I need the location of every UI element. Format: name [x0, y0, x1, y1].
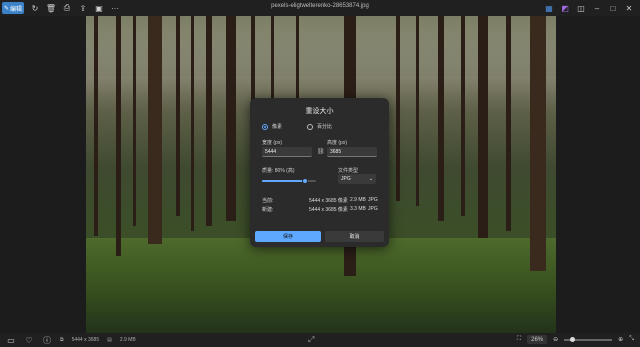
current-dims: 5444 x 3685 像素 — [309, 198, 348, 204]
dialog-title: 重设大小 — [305, 108, 334, 115]
tree-trunk — [206, 16, 212, 226]
tree-trunk — [506, 16, 511, 231]
radio-pixels-label: 像素 — [272, 124, 283, 130]
minimize-icon[interactable]: – — [592, 2, 602, 14]
radio-pixels[interactable]: 像素 — [262, 123, 282, 130]
app-icon-2[interactable]: ◩ — [560, 2, 570, 14]
zoom-controls: ⛶ 26% ⊖ ⊕ ⤡ — [517, 335, 634, 344]
info-icon[interactable]: ⓘ — [42, 335, 52, 345]
zoom-level[interactable]: 26% — [527, 335, 548, 344]
quality-slider-thumb[interactable] — [302, 178, 309, 184]
tree-trunk — [461, 16, 465, 216]
chevron-down-icon: ⌄ — [368, 176, 373, 182]
disk-icon: ▤ — [107, 337, 112, 343]
new-label: 新建: — [262, 207, 274, 213]
width-label: 宽度 (px) — [262, 140, 283, 146]
quality-slider-fill — [262, 180, 306, 182]
tree-trunk — [176, 16, 180, 216]
tree-trunk — [148, 16, 162, 244]
image-size-icon: ⧉ — [60, 337, 64, 343]
image-dimensions: 5444 x 3685 — [71, 337, 100, 343]
fullscreen-icon[interactable]: ⛶ — [517, 336, 521, 343]
radio-unselected-icon — [307, 123, 313, 130]
zoom-slider-thumb[interactable] — [570, 336, 576, 342]
radio-selected-icon — [262, 123, 268, 130]
close-icon[interactable]: ✕ — [624, 2, 634, 14]
tree-trunk — [416, 16, 419, 206]
tree-trunk — [478, 16, 488, 238]
new-dims: 5444 x 3685 像素 — [309, 207, 348, 213]
aspect-lock-icon[interactable]: ⛓ — [317, 148, 325, 155]
window-controls: ▦ ◩ ◫ – □ ✕ — [544, 2, 634, 14]
width-input[interactable]: 5444 — [262, 147, 312, 157]
cancel-button[interactable]: 取消 — [325, 231, 384, 242]
radio-percent-label: 百分比 — [317, 124, 333, 130]
new-info-row: 新建: 5444 x 3685 像素 3.3 MB JPG — [262, 206, 378, 213]
app-icon-3[interactable]: ◫ — [576, 2, 586, 14]
top-toolbar: ✎ 编辑 ↻ 🗑 ⎙ ⇪ ▣ ··· pexels-eligtwelterenk… — [0, 0, 640, 16]
tree-trunk — [94, 16, 98, 236]
current-size: 2.9 MB — [350, 197, 366, 203]
new-type: JPG — [368, 206, 378, 212]
filetype-label: 文件类型 — [338, 168, 359, 174]
tree-trunk — [530, 16, 546, 271]
image-filesize: 2.9 MB — [119, 337, 136, 343]
fit-to-window-icon[interactable]: ⤢ — [308, 335, 314, 345]
expand-icon[interactable]: ⤡ — [629, 336, 634, 343]
current-type: JPG — [368, 197, 378, 203]
quality-label: 质量: 80% (高) — [262, 168, 295, 174]
maximize-icon[interactable]: □ — [608, 2, 618, 14]
tree-trunk — [133, 16, 136, 226]
status-bar: ▭ ♡ ⓘ ⧉ 5444 x 3685 ▤ 2.9 MB ⤢ ⛶ 26% ⊖ ⊕… — [0, 333, 640, 347]
tree-trunk — [191, 16, 194, 231]
radio-percent[interactable]: 百分比 — [307, 123, 332, 130]
current-label: 当前: — [262, 198, 274, 204]
height-label: 高度 (px) — [327, 140, 348, 146]
filetype-value: JPG — [341, 176, 351, 182]
filetype-select[interactable]: JPG ⌄ — [338, 174, 376, 184]
film-strip-icon[interactable]: ▭ — [6, 335, 16, 345]
new-size: 3.3 MB — [350, 206, 366, 212]
quality-slider[interactable] — [262, 178, 316, 184]
zoom-in-icon[interactable]: ⊕ — [618, 336, 623, 343]
app-icon-1[interactable]: ▦ — [544, 2, 554, 14]
tree-trunk — [116, 16, 121, 256]
tree-trunk — [438, 16, 444, 221]
heart-icon[interactable]: ♡ — [24, 335, 34, 345]
resize-dialog: 重设大小 像素 百分比 宽度 (px) 5444 ⛓ 高度 (px) 3685 … — [250, 98, 389, 247]
forest-floor — [86, 238, 556, 333]
zoom-out-icon[interactable]: ⊖ — [553, 336, 558, 343]
tree-trunk — [396, 16, 400, 201]
status-left: ▭ ♡ ⓘ ⧉ 5444 x 3685 ▤ 2.9 MB — [6, 335, 136, 345]
height-input[interactable]: 3685 — [327, 147, 377, 157]
tree-trunk — [226, 16, 236, 221]
current-info-row: 当前: 5444 x 3685 像素 2.9 MB JPG — [262, 197, 378, 204]
save-button[interactable]: 保存 — [255, 231, 321, 242]
zoom-slider[interactable] — [564, 336, 613, 342]
